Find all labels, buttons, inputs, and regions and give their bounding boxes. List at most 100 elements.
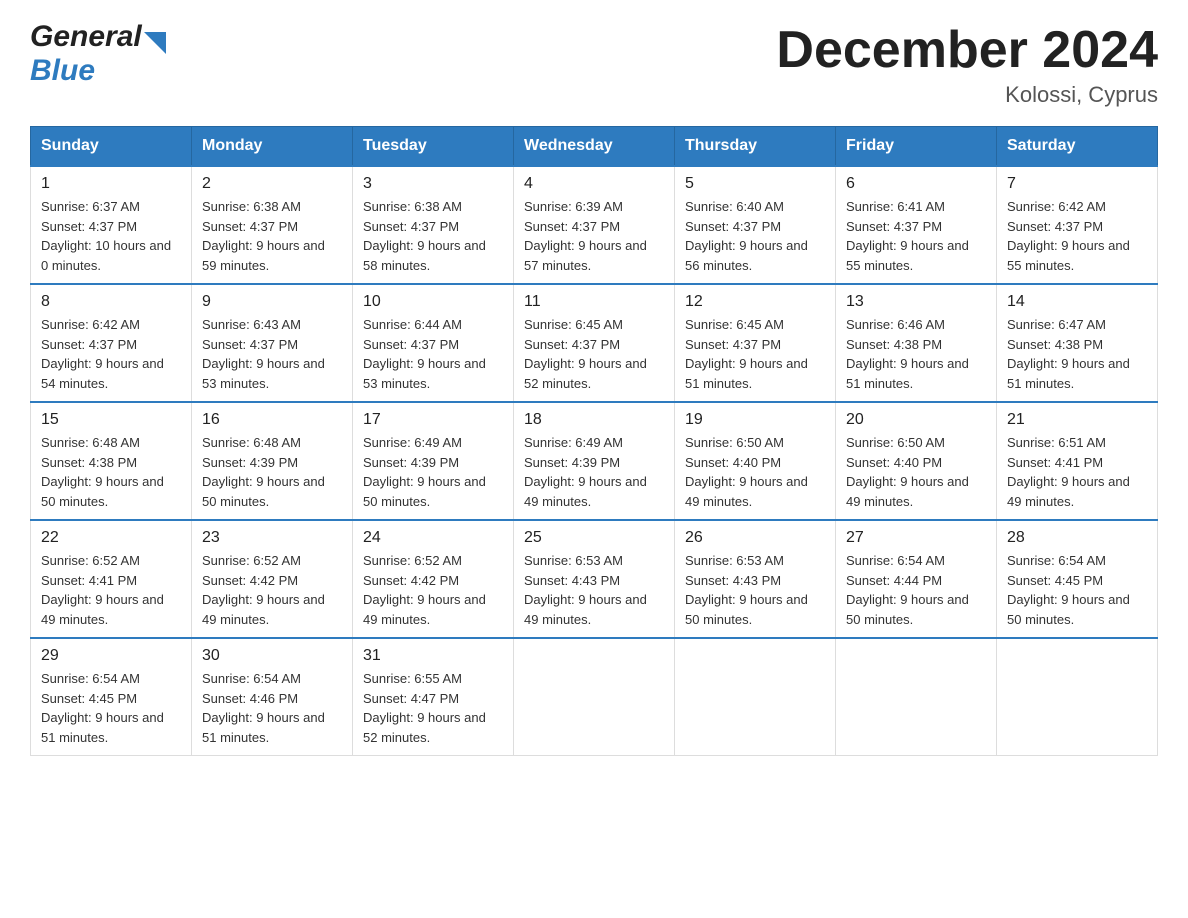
logo-arrow-icon — [144, 32, 166, 54]
day-number: 19 — [685, 411, 825, 429]
daylight-label: Daylight: 9 hours and 49 minutes. — [685, 474, 808, 509]
logo-blue-text: Blue — [30, 54, 95, 87]
sunrise-label: Sunrise: 6:49 AM — [524, 435, 623, 450]
table-row: 30 Sunrise: 6:54 AM Sunset: 4:46 PM Dayl… — [192, 638, 353, 756]
table-row: 21 Sunrise: 6:51 AM Sunset: 4:41 PM Dayl… — [997, 402, 1158, 520]
daylight-label: Daylight: 9 hours and 53 minutes. — [363, 356, 486, 391]
day-number: 14 — [1007, 293, 1147, 311]
sunrise-label: Sunrise: 6:42 AM — [1007, 199, 1106, 214]
col-monday: Monday — [192, 127, 353, 167]
sunrise-label: Sunrise: 6:47 AM — [1007, 317, 1106, 332]
calendar-title-area: December 2024 Kolossi, Cyprus — [776, 20, 1158, 108]
day-number: 20 — [846, 411, 986, 429]
day-info: Sunrise: 6:50 AM Sunset: 4:40 PM Dayligh… — [846, 433, 986, 511]
sunrise-label: Sunrise: 6:41 AM — [846, 199, 945, 214]
sunset-label: Sunset: 4:37 PM — [202, 219, 298, 234]
day-info: Sunrise: 6:48 AM Sunset: 4:39 PM Dayligh… — [202, 433, 342, 511]
daylight-label: Daylight: 9 hours and 52 minutes. — [363, 710, 486, 745]
daylight-label: Daylight: 9 hours and 58 minutes. — [363, 238, 486, 273]
table-row: 25 Sunrise: 6:53 AM Sunset: 4:43 PM Dayl… — [514, 520, 675, 638]
daylight-label: Daylight: 9 hours and 50 minutes. — [41, 474, 164, 509]
table-row: 5 Sunrise: 6:40 AM Sunset: 4:37 PM Dayli… — [675, 166, 836, 284]
daylight-label: Daylight: 9 hours and 56 minutes. — [685, 238, 808, 273]
sunrise-label: Sunrise: 6:45 AM — [685, 317, 784, 332]
daylight-label: Daylight: 9 hours and 49 minutes. — [41, 592, 164, 627]
day-info: Sunrise: 6:49 AM Sunset: 4:39 PM Dayligh… — [524, 433, 664, 511]
day-info: Sunrise: 6:54 AM Sunset: 4:45 PM Dayligh… — [1007, 551, 1147, 629]
sunset-label: Sunset: 4:40 PM — [685, 455, 781, 470]
table-row: 4 Sunrise: 6:39 AM Sunset: 4:37 PM Dayli… — [514, 166, 675, 284]
sunrise-label: Sunrise: 6:40 AM — [685, 199, 784, 214]
daylight-label: Daylight: 9 hours and 51 minutes. — [685, 356, 808, 391]
sunset-label: Sunset: 4:43 PM — [685, 573, 781, 588]
col-sunday: Sunday — [31, 127, 192, 167]
table-row: 19 Sunrise: 6:50 AM Sunset: 4:40 PM Dayl… — [675, 402, 836, 520]
day-number: 24 — [363, 529, 503, 547]
col-friday: Friday — [836, 127, 997, 167]
sunrise-label: Sunrise: 6:53 AM — [685, 553, 784, 568]
sunrise-label: Sunrise: 6:44 AM — [363, 317, 462, 332]
day-info: Sunrise: 6:38 AM Sunset: 4:37 PM Dayligh… — [202, 197, 342, 275]
day-info: Sunrise: 6:49 AM Sunset: 4:39 PM Dayligh… — [363, 433, 503, 511]
daylight-label: Daylight: 9 hours and 52 minutes. — [524, 356, 647, 391]
calendar-table: Sunday Monday Tuesday Wednesday Thursday… — [30, 126, 1158, 756]
page-header: General Blue December 2024 Kolossi, Cypr… — [30, 20, 1158, 108]
table-row: 23 Sunrise: 6:52 AM Sunset: 4:42 PM Dayl… — [192, 520, 353, 638]
table-row: 16 Sunrise: 6:48 AM Sunset: 4:39 PM Dayl… — [192, 402, 353, 520]
day-info: Sunrise: 6:52 AM Sunset: 4:41 PM Dayligh… — [41, 551, 181, 629]
day-info: Sunrise: 6:39 AM Sunset: 4:37 PM Dayligh… — [524, 197, 664, 275]
table-row: 12 Sunrise: 6:45 AM Sunset: 4:37 PM Dayl… — [675, 284, 836, 402]
table-row — [514, 638, 675, 756]
sunrise-label: Sunrise: 6:48 AM — [41, 435, 140, 450]
sunset-label: Sunset: 4:45 PM — [41, 691, 137, 706]
col-thursday: Thursday — [675, 127, 836, 167]
day-number: 23 — [202, 529, 342, 547]
calendar-week-row: 8 Sunrise: 6:42 AM Sunset: 4:37 PM Dayli… — [31, 284, 1158, 402]
sunrise-label: Sunrise: 6:38 AM — [202, 199, 301, 214]
col-wednesday: Wednesday — [514, 127, 675, 167]
day-number: 3 — [363, 175, 503, 193]
table-row: 20 Sunrise: 6:50 AM Sunset: 4:40 PM Dayl… — [836, 402, 997, 520]
day-info: Sunrise: 6:38 AM Sunset: 4:37 PM Dayligh… — [363, 197, 503, 275]
table-row — [675, 638, 836, 756]
table-row: 15 Sunrise: 6:48 AM Sunset: 4:38 PM Dayl… — [31, 402, 192, 520]
daylight-label: Daylight: 9 hours and 49 minutes. — [524, 592, 647, 627]
day-number: 30 — [202, 647, 342, 665]
sunset-label: Sunset: 4:38 PM — [41, 455, 137, 470]
daylight-label: Daylight: 9 hours and 59 minutes. — [202, 238, 325, 273]
day-number: 13 — [846, 293, 986, 311]
day-info: Sunrise: 6:48 AM Sunset: 4:38 PM Dayligh… — [41, 433, 181, 511]
sunset-label: Sunset: 4:37 PM — [524, 337, 620, 352]
sunset-label: Sunset: 4:37 PM — [1007, 219, 1103, 234]
table-row: 8 Sunrise: 6:42 AM Sunset: 4:37 PM Dayli… — [31, 284, 192, 402]
sunrise-label: Sunrise: 6:52 AM — [41, 553, 140, 568]
day-info: Sunrise: 6:50 AM Sunset: 4:40 PM Dayligh… — [685, 433, 825, 511]
day-info: Sunrise: 6:42 AM Sunset: 4:37 PM Dayligh… — [1007, 197, 1147, 275]
day-info: Sunrise: 6:37 AM Sunset: 4:37 PM Dayligh… — [41, 197, 181, 275]
day-number: 26 — [685, 529, 825, 547]
sunrise-label: Sunrise: 6:54 AM — [846, 553, 945, 568]
logo-general-text: General — [30, 20, 142, 54]
sunrise-label: Sunrise: 6:50 AM — [685, 435, 784, 450]
day-info: Sunrise: 6:45 AM Sunset: 4:37 PM Dayligh… — [524, 315, 664, 393]
day-number: 21 — [1007, 411, 1147, 429]
sunrise-label: Sunrise: 6:38 AM — [363, 199, 462, 214]
day-number: 12 — [685, 293, 825, 311]
sunrise-label: Sunrise: 6:50 AM — [846, 435, 945, 450]
day-number: 31 — [363, 647, 503, 665]
daylight-label: Daylight: 9 hours and 49 minutes. — [202, 592, 325, 627]
sunrise-label: Sunrise: 6:49 AM — [363, 435, 462, 450]
sunrise-label: Sunrise: 6:53 AM — [524, 553, 623, 568]
day-number: 9 — [202, 293, 342, 311]
day-number: 5 — [685, 175, 825, 193]
sunset-label: Sunset: 4:37 PM — [363, 219, 459, 234]
sunset-label: Sunset: 4:39 PM — [524, 455, 620, 470]
sunset-label: Sunset: 4:37 PM — [41, 219, 137, 234]
sunset-label: Sunset: 4:37 PM — [202, 337, 298, 352]
table-row: 22 Sunrise: 6:52 AM Sunset: 4:41 PM Dayl… — [31, 520, 192, 638]
daylight-label: Daylight: 9 hours and 50 minutes. — [363, 474, 486, 509]
day-info: Sunrise: 6:53 AM Sunset: 4:43 PM Dayligh… — [685, 551, 825, 629]
day-info: Sunrise: 6:47 AM Sunset: 4:38 PM Dayligh… — [1007, 315, 1147, 393]
day-number: 2 — [202, 175, 342, 193]
sunset-label: Sunset: 4:44 PM — [846, 573, 942, 588]
